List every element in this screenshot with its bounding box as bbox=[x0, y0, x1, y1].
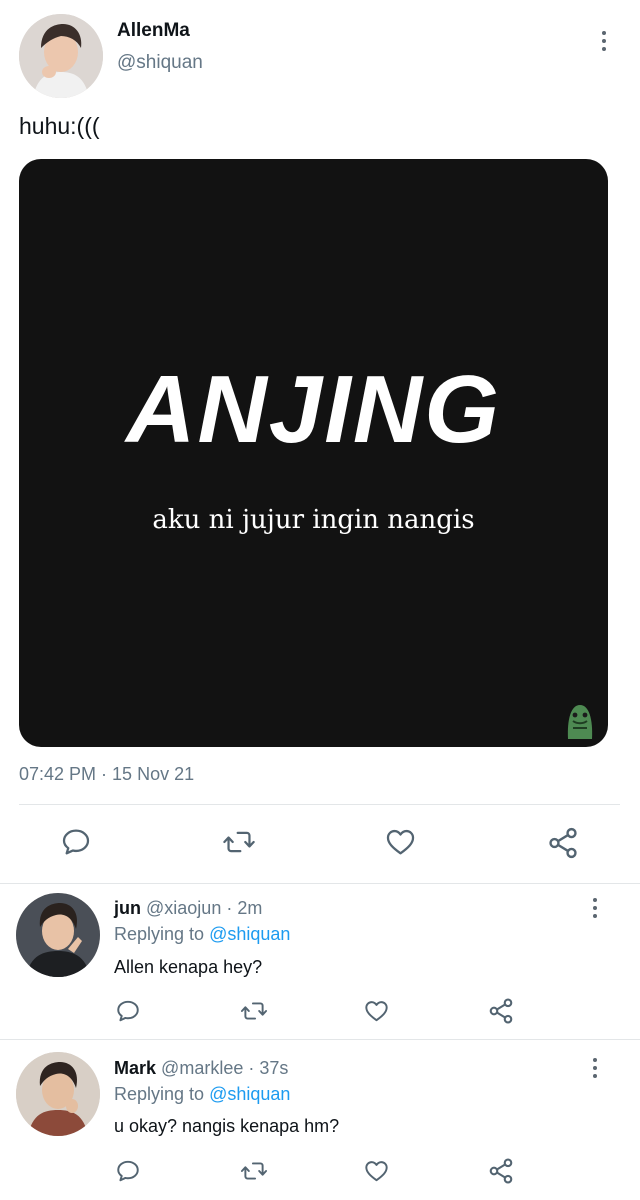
heart-icon bbox=[386, 829, 415, 855]
retweet-icon bbox=[240, 1162, 268, 1180]
author-name[interactable]: AllenMa bbox=[117, 20, 190, 42]
retweet-icon bbox=[223, 831, 255, 853]
avatar[interactable] bbox=[16, 893, 100, 977]
reply-time: · 37s bbox=[248, 1058, 289, 1078]
share-icon bbox=[549, 827, 577, 859]
share-button[interactable] bbox=[487, 997, 515, 1025]
replying-to-link[interactable]: @shiquan bbox=[209, 924, 290, 944]
share-icon bbox=[489, 998, 513, 1024]
avatar-photo bbox=[16, 1052, 100, 1136]
tweet-timestamp: 07:42 PM · 15 Nov 21 bbox=[19, 764, 195, 784]
reply-time: · 2m bbox=[226, 898, 263, 918]
more-options-button[interactable] bbox=[585, 1053, 605, 1083]
more-vertical-icon bbox=[602, 31, 606, 35]
avatar-photo bbox=[19, 14, 103, 98]
retweet-button[interactable] bbox=[222, 826, 256, 858]
reply-text: u okay? nangis kenapa hm? bbox=[114, 1116, 340, 1136]
author-handle[interactable]: @xiaojun bbox=[146, 898, 221, 918]
image-headline: ANJING bbox=[126, 356, 501, 463]
author-name[interactable]: Mark bbox=[114, 1058, 156, 1078]
reply-text: Allen kenapa hey? bbox=[114, 957, 263, 977]
replying-to-label: Replying to bbox=[114, 924, 205, 944]
retweet-button[interactable] bbox=[240, 998, 268, 1024]
reply-button[interactable] bbox=[60, 826, 92, 858]
share-icon bbox=[489, 1158, 513, 1184]
share-button[interactable] bbox=[487, 1157, 515, 1185]
avatar[interactable] bbox=[19, 14, 103, 98]
comment-icon bbox=[62, 829, 90, 855]
more-vertical-icon bbox=[593, 1058, 597, 1062]
reply-button[interactable] bbox=[115, 1158, 141, 1184]
divider bbox=[0, 1039, 640, 1040]
retweet-icon bbox=[240, 1002, 268, 1020]
avatar-photo bbox=[16, 893, 100, 977]
author-handle[interactable]: @shiquan bbox=[117, 52, 203, 74]
image-subtitle: aku ni jujur ingin nangis bbox=[152, 505, 475, 535]
divider bbox=[0, 883, 640, 884]
tweet-image[interactable]: ANJING aku ni jujur ingin nangis bbox=[19, 159, 608, 747]
comment-icon bbox=[117, 1000, 139, 1022]
heart-icon bbox=[365, 1001, 388, 1022]
tweet-text: huhu:((( bbox=[19, 113, 100, 139]
avatar[interactable] bbox=[16, 1052, 100, 1136]
more-options-button[interactable] bbox=[585, 893, 605, 923]
author-name[interactable]: jun bbox=[114, 898, 141, 918]
share-button[interactable] bbox=[546, 826, 580, 860]
more-options-button[interactable] bbox=[594, 26, 614, 56]
retweet-button[interactable] bbox=[240, 1158, 268, 1184]
like-button[interactable] bbox=[363, 998, 390, 1024]
heart-icon bbox=[365, 1161, 388, 1182]
reply-button[interactable] bbox=[115, 998, 141, 1024]
creature-sticker-icon bbox=[563, 699, 597, 739]
author-handle[interactable]: @marklee bbox=[161, 1058, 243, 1078]
replying-to-label: Replying to bbox=[114, 1084, 205, 1104]
more-vertical-icon bbox=[593, 898, 597, 902]
divider bbox=[19, 804, 620, 805]
like-button[interactable] bbox=[384, 826, 417, 858]
like-button[interactable] bbox=[363, 1158, 390, 1184]
comment-icon bbox=[117, 1160, 139, 1182]
replying-to-link[interactable]: @shiquan bbox=[209, 1084, 290, 1104]
